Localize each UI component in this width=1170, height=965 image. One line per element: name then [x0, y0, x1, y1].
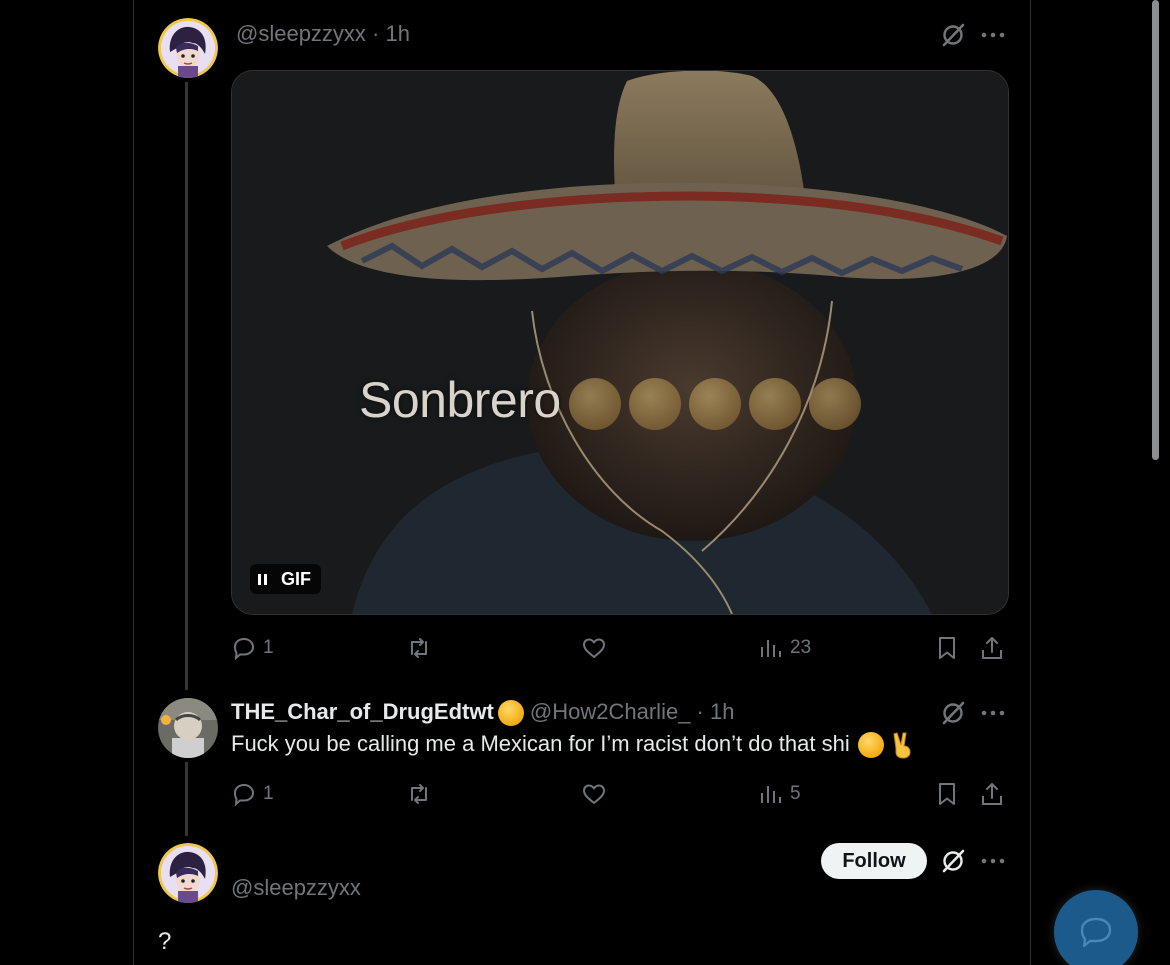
gif-label: GIF [281, 568, 311, 589]
share-icon [982, 637, 1002, 659]
grok-icon[interactable] [938, 20, 968, 50]
avatar-image [158, 698, 218, 758]
post-text: Fuck you be calling me a Mexican for I’m… [231, 731, 914, 759]
like-button[interactable] [581, 631, 613, 665]
flushed-emoji-icon [748, 377, 801, 430]
victory-hand-icon [893, 732, 911, 759]
views-button[interactable]: 5 [758, 777, 801, 811]
post-actions: 1 23 [231, 631, 1007, 665]
flushed-emoji-icon [497, 700, 524, 727]
reply-icon [233, 783, 255, 807]
bookmark-icon [939, 783, 955, 805]
views-icon [761, 786, 781, 803]
grok-icon[interactable] [938, 846, 968, 876]
flushed-emoji-icon [808, 377, 861, 430]
flushed-emoji-icon [857, 732, 884, 759]
reply-icon [233, 637, 255, 661]
gif-caption-text: Sonbrero [359, 372, 561, 428]
reply-button[interactable]: 1 [231, 631, 274, 665]
flushed-emoji-icon [628, 377, 681, 430]
share-button[interactable] [979, 631, 1005, 665]
views-count: 5 [790, 783, 801, 804]
views-icon [761, 640, 781, 657]
repost-icon [411, 638, 427, 658]
share-button[interactable] [979, 777, 1005, 811]
avatar[interactable] [158, 843, 218, 903]
page: @sleepzzyxx · 1h Sonbrero GIF 1 23 THE_C… [0, 0, 1170, 965]
share-icon [982, 783, 1002, 805]
bookmark-icon [939, 637, 955, 659]
grok-icon[interactable] [938, 698, 968, 728]
flushed-emoji-icon [688, 377, 741, 430]
separator: · [365, 21, 386, 46]
avatar-image [158, 18, 218, 78]
repost-icon [411, 784, 427, 804]
scrollbar-thumb[interactable] [1152, 0, 1159, 460]
reply-count: 1 [263, 637, 274, 658]
avatar[interactable] [158, 698, 218, 758]
like-icon [583, 638, 605, 658]
repost-button[interactable] [406, 777, 438, 811]
post-header: THE_Char_of_DrugEdtwt @How2Charlie_ · 1h [231, 699, 734, 727]
post-text-content: Fuck you be calling me a Mexican for I’m… [231, 731, 850, 756]
more-icon[interactable] [978, 20, 1008, 50]
thread-line-1 [185, 82, 188, 690]
bookmark-button[interactable] [934, 631, 960, 665]
bookmark-button[interactable] [934, 777, 960, 811]
avatar-image [158, 843, 218, 903]
views-count: 23 [790, 637, 812, 658]
reply-button[interactable]: 1 [231, 777, 274, 811]
post-text: ? [158, 928, 172, 955]
gif-frame [232, 71, 1008, 614]
like-button[interactable] [581, 777, 613, 811]
pause-icon [258, 573, 267, 585]
display-name[interactable]: THE_Char_of_DrugEdtwt [231, 699, 494, 724]
gif-caption: Sonbrero [359, 371, 861, 430]
repost-button[interactable] [406, 631, 438, 665]
follow-button[interactable]: Follow [821, 843, 927, 879]
gif-pause-button[interactable]: GIF [250, 564, 321, 594]
flushed-emoji-icon [568, 377, 621, 430]
thread-line-2 [185, 762, 188, 836]
timestamp[interactable]: 1h [386, 21, 410, 46]
user-handle[interactable]: @sleepzzyxx [231, 875, 361, 900]
user-handle[interactable]: @How2Charlie_ [530, 699, 691, 724]
messages-fab-button[interactable] [1054, 890, 1138, 965]
chat-icon [1080, 917, 1112, 948]
post-actions: 1 5 [231, 777, 1007, 811]
timestamp[interactable]: 1h [710, 699, 734, 724]
gif-media[interactable]: Sonbrero GIF [231, 70, 1009, 615]
views-button[interactable]: 23 [758, 631, 811, 665]
separator: · [690, 699, 710, 724]
more-icon[interactable] [978, 698, 1008, 728]
avatar[interactable] [158, 18, 218, 78]
post-header: @sleepzzyxx [231, 875, 361, 901]
more-icon[interactable] [978, 846, 1008, 876]
reply-count: 1 [263, 783, 274, 804]
user-handle[interactable]: @sleepzzyxx [236, 21, 366, 46]
like-icon [583, 784, 605, 804]
post-header: @sleepzzyxx · 1h [236, 21, 410, 47]
